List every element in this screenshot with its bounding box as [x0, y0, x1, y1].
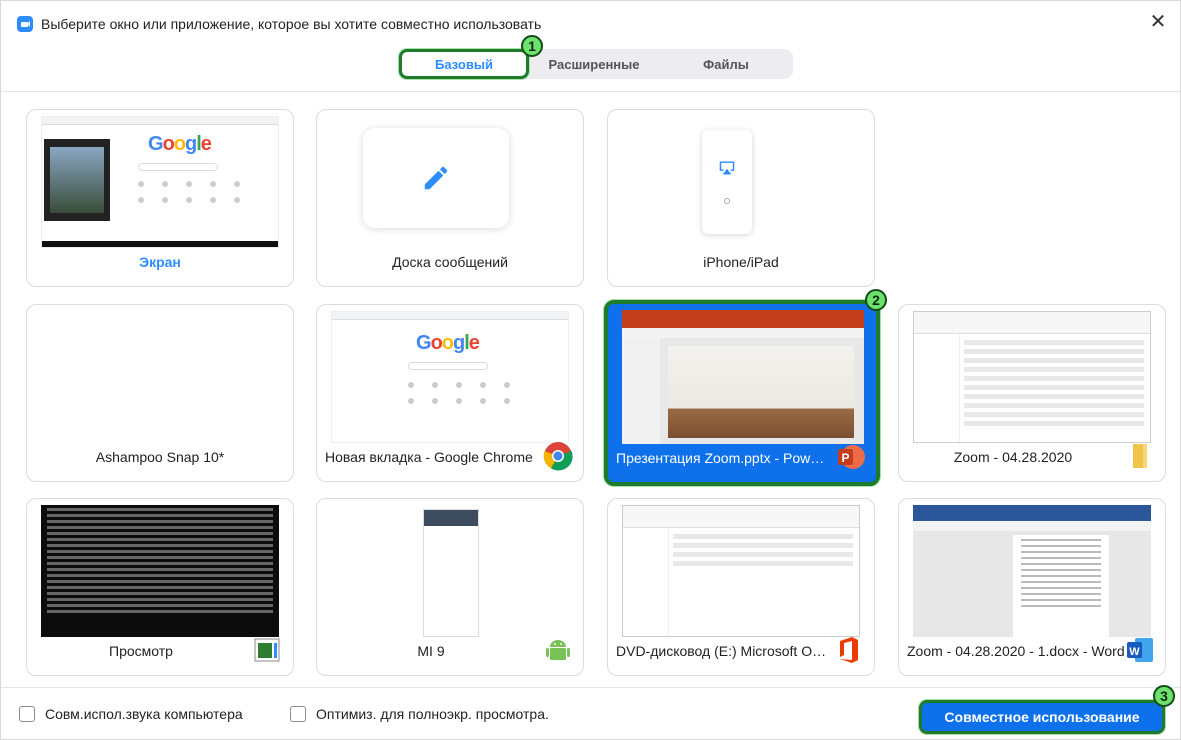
airplay-icon: [719, 161, 735, 175]
step-badge-3: 3: [1153, 685, 1175, 707]
card-label: DVD-дисковод (E:) Microsoft Offi...: [616, 643, 828, 659]
office-icon: [840, 637, 858, 663]
share-card-word[interactable]: Zoom - 04.28.2020 - 1.docx - Word W: [898, 498, 1166, 676]
top-divider: [1, 91, 1180, 92]
card-label: Zoom - 04.28.2020: [953, 449, 1073, 465]
optimize-fullscreen-checkbox[interactable]: Оптимиз. для полноэкр. просмотра.: [290, 706, 549, 722]
tab-files[interactable]: Файлы: [659, 49, 793, 79]
window-title: Выберите окно или приложение, которое вы…: [41, 16, 542, 32]
share-card-chrome[interactable]: Google Новая вкладка - Google Chrome: [316, 304, 584, 482]
close-button[interactable]: ✕: [1146, 11, 1170, 35]
share-card-whiteboard[interactable]: Доска сообщений: [316, 109, 584, 287]
optimize-label: Оптимиз. для полноэкр. просмотра.: [316, 706, 549, 722]
title-bar: Выберите окно или приложение, которое вы…: [1, 1, 1180, 41]
screen-thumbnail: Google: [41, 116, 279, 248]
checkbox-box[interactable]: [290, 706, 306, 722]
powerpoint-thumbnail: [622, 310, 864, 444]
svg-text:P: P: [841, 451, 849, 465]
share-card-mi9[interactable]: MI 9: [316, 498, 584, 676]
card-label: iPhone/iPad: [703, 254, 779, 270]
share-card-zoom-folder[interactable]: Zoom - 04.28.2020: [898, 304, 1166, 482]
card-label: Доска сообщений: [392, 254, 508, 270]
share-card-screen[interactable]: Google Экран: [26, 109, 294, 287]
zoom-app-icon: [17, 16, 33, 32]
word-icon: W: [1127, 638, 1153, 662]
card-label: MI 9: [417, 643, 445, 659]
share-card-dvd-drive[interactable]: DVD-дисковод (E:) Microsoft Offi...: [607, 498, 875, 676]
card-label: Ashampoo Snap 10*: [95, 449, 225, 465]
terminal-thumbnail: [41, 505, 279, 637]
preview-icon: [254, 638, 280, 662]
explorer-thumbnail: [913, 311, 1151, 443]
share-card-iphone-ipad[interactable]: iPhone/iPad: [607, 109, 875, 287]
folder-icon: [1133, 444, 1147, 468]
pen-icon: [424, 166, 448, 190]
chrome-thumbnail: Google: [331, 311, 569, 443]
share-sound-checkbox[interactable]: Совм.испол.звука компьютера: [19, 706, 243, 722]
chrome-icon: [543, 442, 573, 471]
svg-text:W: W: [1129, 646, 1140, 658]
card-label: Zoom - 04.28.2020 - 1.docx - Word: [907, 643, 1125, 659]
tab-bar: Базовый Расширенные Файлы: [399, 49, 793, 79]
android-icon: [546, 640, 570, 660]
bottom-divider: [1, 687, 1180, 688]
card-label: Просмотр: [109, 643, 173, 659]
share-card-powerpoint[interactable]: Презентация Zoom.pptx - Power... P: [604, 300, 880, 486]
powerpoint-icon: P: [838, 445, 865, 469]
phone-thumbnail: [331, 505, 569, 637]
share-button[interactable]: Совместное использование: [919, 700, 1165, 734]
share-screen-window: Выберите окно или приложение, которое вы…: [0, 0, 1181, 740]
tab-advanced[interactable]: Расширенные: [529, 49, 659, 79]
tab-basic[interactable]: Базовый: [399, 49, 529, 79]
step-badge-1: 1: [521, 35, 543, 57]
share-card-preview[interactable]: Просмотр: [26, 498, 294, 676]
share-sound-label: Совм.испол.звука компьютера: [45, 706, 243, 722]
checkbox-box[interactable]: [19, 706, 35, 722]
phone-preview: [702, 130, 752, 234]
step-badge-2: 2: [865, 289, 887, 311]
share-card-ashampoo[interactable]: Ashampoo Snap 10*: [26, 304, 294, 482]
card-label: Новая вкладка - Google Chrome: [325, 449, 533, 465]
card-label: Презентация Zoom.pptx - Power...: [616, 450, 830, 466]
explorer-thumbnail: [622, 505, 860, 637]
word-thumbnail: [913, 505, 1151, 637]
card-label: Экран: [139, 254, 181, 270]
whiteboard-preview: [363, 128, 509, 228]
